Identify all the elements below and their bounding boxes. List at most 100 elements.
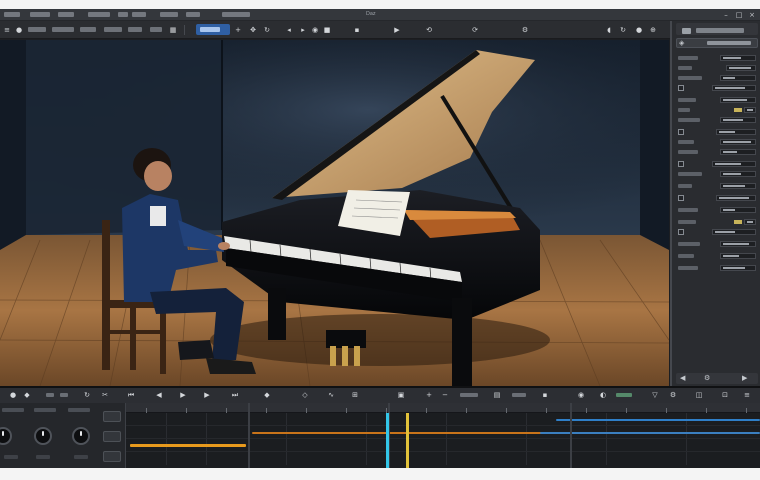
last-frame-icon[interactable]: ⏭ bbox=[230, 391, 240, 400]
property-row[interactable] bbox=[678, 107, 756, 113]
eye-icon[interactable]: ◉ bbox=[576, 391, 586, 400]
menu-item-edit[interactable] bbox=[30, 12, 50, 17]
play-icon[interactable]: ▶ bbox=[178, 391, 188, 400]
toolbar-group-3[interactable] bbox=[80, 27, 96, 32]
panel-tab[interactable] bbox=[682, 28, 691, 34]
key-add-icon[interactable]: ◆ bbox=[262, 391, 272, 400]
property-row[interactable] bbox=[678, 149, 756, 155]
scene-icon[interactable]: ● bbox=[14, 25, 24, 35]
rotate-icon[interactable]: ↻ bbox=[262, 25, 272, 35]
light-icon[interactable]: ◉ bbox=[310, 25, 320, 35]
property-row[interactable] bbox=[678, 207, 756, 213]
keyframe-clip[interactable] bbox=[556, 419, 760, 421]
first-frame-icon[interactable]: ⏮ bbox=[126, 391, 136, 400]
prev-frame-icon[interactable]: ◀ bbox=[154, 391, 164, 400]
track-lane[interactable] bbox=[126, 439, 760, 452]
key-remove-icon[interactable]: ◇ bbox=[300, 391, 310, 400]
property-row[interactable] bbox=[678, 171, 756, 177]
knob-dial[interactable] bbox=[0, 427, 12, 445]
redo-icon[interactable]: ⟳ bbox=[470, 25, 480, 35]
timeline-tracks[interactable] bbox=[126, 403, 760, 468]
playhead-cyan[interactable] bbox=[386, 413, 389, 468]
property-row[interactable] bbox=[678, 219, 756, 225]
settings-icon[interactable]: ⚙ bbox=[668, 391, 678, 400]
next-frame-icon[interactable]: ▶ bbox=[202, 391, 212, 400]
refresh-icon[interactable]: ↻ bbox=[618, 25, 628, 35]
timeline-tool[interactable] bbox=[616, 393, 632, 397]
pin-icon[interactable]: ◖ bbox=[604, 25, 614, 35]
close-icon[interactable]: × bbox=[748, 11, 756, 19]
scale-icon[interactable]: ◂ bbox=[284, 25, 294, 35]
zoom-in-icon[interactable]: + bbox=[424, 391, 434, 400]
panel-footer-icon-2[interactable]: ⚙ bbox=[704, 374, 710, 382]
menu-item-file[interactable] bbox=[4, 12, 20, 17]
menu-item-extra[interactable] bbox=[222, 12, 250, 17]
property-row[interactable] bbox=[678, 139, 756, 145]
knob-dial[interactable] bbox=[34, 427, 52, 445]
property-row[interactable] bbox=[678, 97, 756, 103]
menu-item-create[interactable] bbox=[88, 12, 110, 17]
help-icon[interactable]: ● bbox=[634, 25, 644, 35]
property-row[interactable] bbox=[678, 253, 756, 259]
zoom-out-icon[interactable]: − bbox=[440, 391, 450, 400]
time-ruler[interactable] bbox=[126, 403, 760, 413]
filter-icon[interactable]: ▽ bbox=[650, 391, 660, 400]
keyframe-clip[interactable] bbox=[252, 432, 542, 434]
undo-icon[interactable]: ⟲ bbox=[424, 25, 434, 35]
toolbar-group-1[interactable] bbox=[28, 27, 46, 32]
toolbar-group-2[interactable] bbox=[52, 27, 74, 32]
3d-viewport[interactable] bbox=[0, 40, 669, 386]
key-icon[interactable]: ◆ bbox=[22, 391, 32, 400]
property-row[interactable] bbox=[678, 75, 756, 81]
loop-icon[interactable]: ↻ bbox=[82, 391, 92, 400]
more-icon[interactable]: ≡ bbox=[742, 391, 752, 400]
track-lane[interactable] bbox=[126, 452, 760, 465]
lock-icon[interactable]: ▪ bbox=[540, 391, 550, 400]
side-button[interactable] bbox=[103, 451, 121, 462]
side-button[interactable] bbox=[103, 431, 121, 442]
render-icon[interactable]: ■ bbox=[322, 25, 332, 35]
grid-icon[interactable]: ▦ bbox=[168, 25, 178, 35]
timeline-tool[interactable] bbox=[46, 393, 54, 397]
timeline-tool[interactable] bbox=[60, 393, 68, 397]
toolbar-group-5[interactable] bbox=[128, 27, 142, 32]
toolbar-group-6[interactable] bbox=[150, 27, 162, 32]
maximize-icon[interactable]: □ bbox=[735, 11, 743, 19]
snap-icon[interactable]: ⊞ bbox=[350, 391, 360, 400]
timeline-tool[interactable] bbox=[512, 393, 526, 397]
active-tool-button[interactable] bbox=[196, 24, 230, 35]
layer-icon[interactable]: ▤ bbox=[492, 391, 502, 400]
mute-icon[interactable]: ◐ bbox=[598, 391, 608, 400]
property-row[interactable] bbox=[678, 229, 756, 235]
settings-icon[interactable]: ⚙ bbox=[520, 25, 530, 35]
keyframe-clip[interactable] bbox=[130, 444, 246, 447]
property-row[interactable] bbox=[678, 183, 756, 189]
track-lane[interactable] bbox=[126, 426, 760, 439]
expand-icon[interactable]: ⊕ bbox=[648, 25, 658, 35]
menu-icon[interactable]: ≡ bbox=[2, 25, 12, 35]
property-row[interactable] bbox=[678, 265, 756, 271]
scissors-icon[interactable]: ✂ bbox=[100, 391, 110, 400]
property-row[interactable] bbox=[678, 55, 756, 61]
menu-item-window[interactable] bbox=[160, 12, 178, 17]
panel-footer-icon-3[interactable]: ▶ bbox=[742, 374, 747, 382]
panel-footer-icon-1[interactable]: ◀ bbox=[680, 374, 685, 382]
playhead-yellow[interactable] bbox=[406, 413, 409, 468]
property-row[interactable] bbox=[678, 65, 756, 71]
side-button[interactable] bbox=[103, 411, 121, 422]
plus-icon[interactable]: + bbox=[233, 25, 243, 35]
play-icon[interactable]: ▶ bbox=[392, 25, 402, 35]
keyframe-clip[interactable] bbox=[540, 432, 760, 434]
toolbar-group-4[interactable] bbox=[104, 27, 122, 32]
camera-icon[interactable]: ▸ bbox=[298, 25, 308, 35]
stop-icon[interactable]: ▪ bbox=[352, 25, 362, 35]
minimize-icon[interactable]: – bbox=[722, 11, 730, 19]
property-row[interactable] bbox=[678, 195, 756, 201]
marker-icon[interactable]: ▣ bbox=[396, 391, 406, 400]
move-icon[interactable]: ✥ bbox=[248, 25, 258, 35]
track-lane[interactable] bbox=[126, 413, 760, 426]
expand-icon[interactable]: ⊡ bbox=[720, 391, 730, 400]
property-row[interactable] bbox=[678, 129, 756, 135]
property-row[interactable] bbox=[678, 161, 756, 167]
property-row[interactable] bbox=[678, 241, 756, 247]
